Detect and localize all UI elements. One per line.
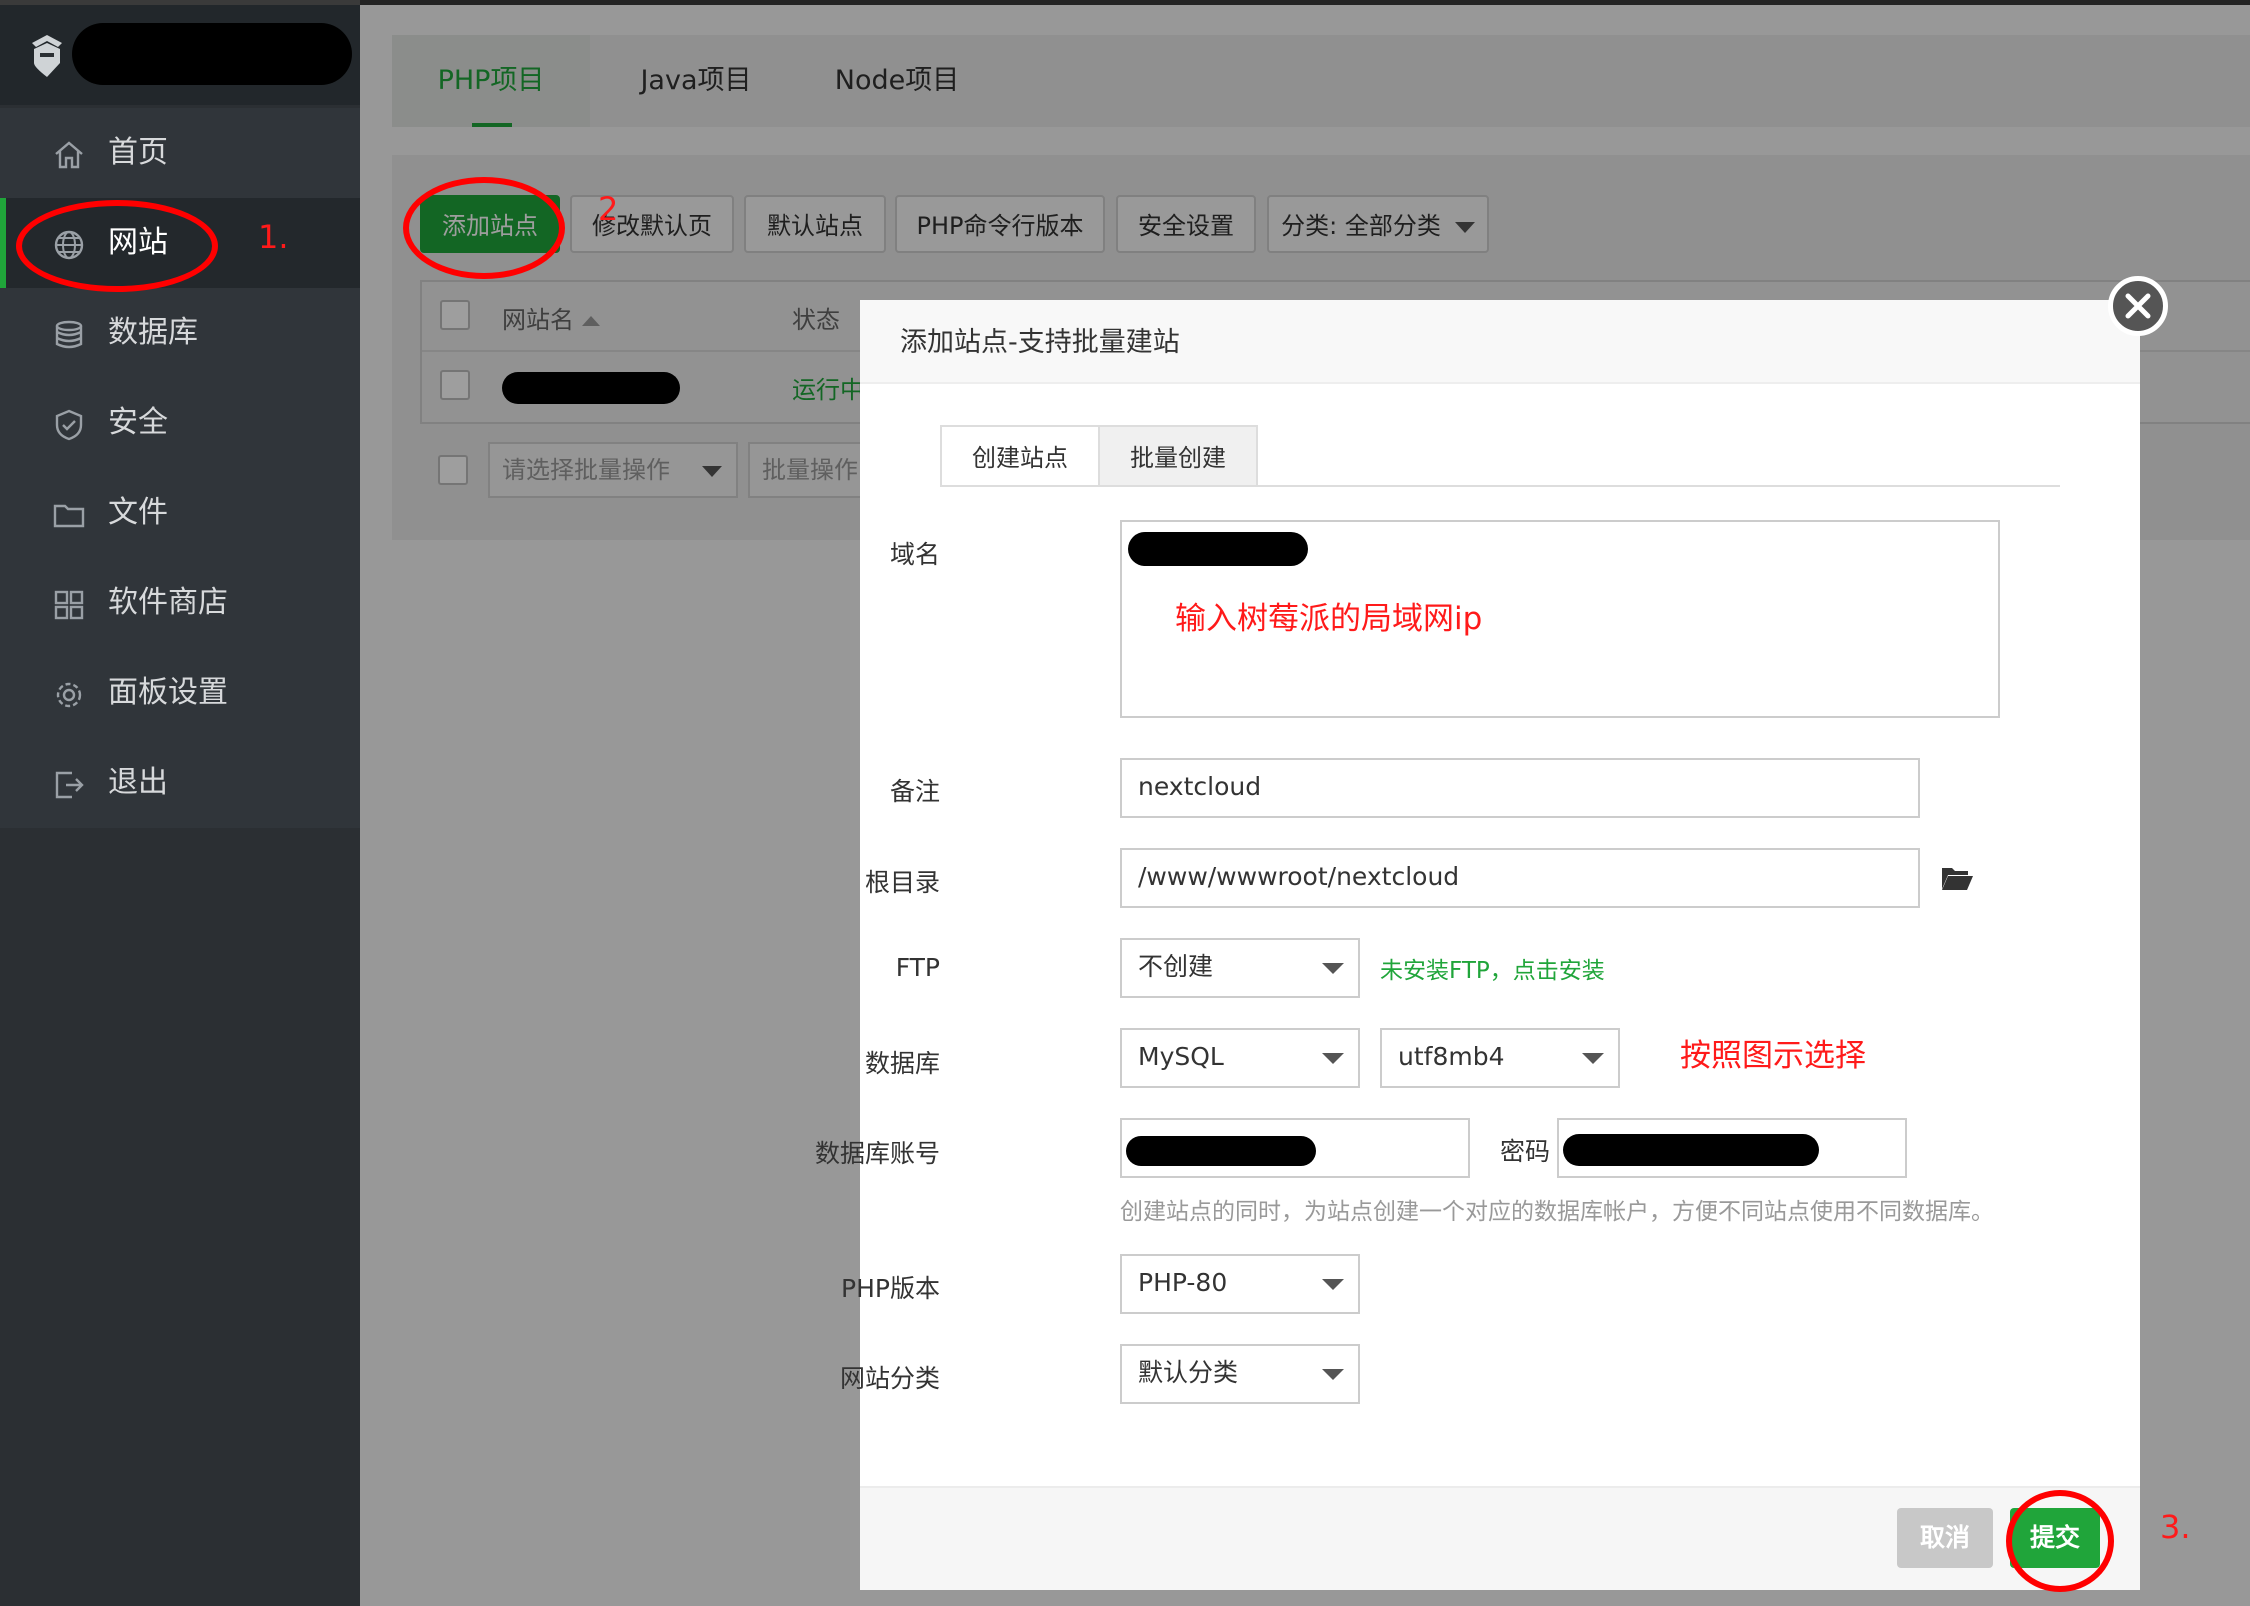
sidebar-item-panel-settings[interactable]: 面板设置 [0, 648, 360, 738]
site-category-select[interactable]: 默认分类 [1120, 1344, 1360, 1404]
chevron-down-icon [1582, 1053, 1604, 1064]
sidebar-item-label: 数据库 [108, 315, 198, 350]
logout-icon [55, 771, 84, 799]
site-category-value: 默认分类 [1138, 1358, 1239, 1387]
tab-batch-create[interactable]: 批量创建 [1098, 425, 1258, 487]
domain-label: 域名 [889, 540, 940, 569]
sidebar-item-label: 首页 [108, 135, 168, 170]
sidebar-item-label: 面板设置 [108, 675, 228, 710]
folder-icon [53, 504, 85, 528]
chevron-down-icon [1322, 1369, 1344, 1380]
ftp-label: FTP [895, 953, 940, 982]
grid-icon [54, 590, 84, 620]
brand [0, 5, 360, 105]
chevron-down-icon [1322, 1053, 1344, 1064]
db-charset-value: utf8mb4 [1398, 1042, 1505, 1071]
database-label: 数据库 [864, 1049, 940, 1078]
sidebar-item-label: 安全 [108, 405, 168, 440]
db-password-redacted [1563, 1134, 1819, 1166]
db-type-value: MySQL [1138, 1042, 1224, 1071]
close-icon[interactable] [2108, 276, 2168, 336]
root-dir-label: 根目录 [864, 868, 940, 897]
annotation-db-note: 按照图示选择 [1680, 1038, 1866, 1074]
annotation-step-3: 3. [2160, 1508, 2191, 1546]
sidebar-item-label: 文件 [108, 495, 168, 530]
brand-name-redacted [72, 23, 352, 85]
home-icon [55, 141, 83, 169]
annotation-domain-note: 输入树莓派的局域网ip [1175, 601, 1483, 637]
annotation-circle-website [16, 200, 218, 292]
ftp-select-value: 不创建 [1138, 952, 1214, 981]
annotation-step-2: 2 [598, 190, 619, 228]
sidebar-item-logout[interactable]: 退出 [0, 738, 360, 828]
sidebar-item-label: 软件商店 [108, 585, 228, 620]
db-account-input[interactable] [1120, 1118, 1470, 1178]
shield-icon [55, 409, 83, 441]
dialog-title: 添加站点-支持批量建站 [900, 327, 1180, 358]
db-password-input[interactable] [1557, 1118, 1907, 1178]
database-icon [55, 320, 83, 349]
tab-create-site[interactable]: 创建站点 [940, 425, 1100, 487]
site-category-label: 网站分类 [839, 1364, 940, 1393]
tab-divider [940, 485, 2060, 487]
annotation-circle-submit [2006, 1490, 2114, 1592]
password-label: 密码 [1500, 1137, 1551, 1166]
db-account-redacted [1126, 1136, 1316, 1166]
cancel-button[interactable]: 取消 [1897, 1508, 1993, 1568]
dialog-footer: 取消 提交 [860, 1486, 2140, 1590]
logo-icon [32, 35, 62, 77]
sidebar-item-security[interactable]: 安全 [0, 378, 360, 468]
annotation-step-1: 1. [258, 218, 289, 256]
db-account-label: 数据库账号 [814, 1139, 940, 1168]
db-charset-select[interactable]: utf8mb4 [1380, 1028, 1620, 1088]
remark-input[interactable]: nextcloud [1120, 758, 1920, 818]
chevron-down-icon [1322, 1279, 1344, 1290]
db-hint-text: 创建站点的同时，为站点创建一个对应的数据库帐户，方便不同站点使用不同数据库。 [1120, 1199, 1994, 1225]
dialog-header: 添加站点-支持批量建站 [860, 300, 2140, 384]
ftp-select[interactable]: 不创建 [1120, 938, 1360, 998]
annotation-circle-add-site [403, 177, 565, 279]
php-version-label: PHP版本 [841, 1274, 940, 1303]
root-dir-input[interactable]: /www/wwwroot/nextcloud [1120, 848, 1920, 908]
gear-icon [56, 682, 82, 708]
folder-open-icon[interactable] [1940, 862, 1974, 892]
php-version-select[interactable]: PHP-80 [1120, 1254, 1360, 1314]
php-version-value: PHP-80 [1138, 1268, 1228, 1297]
sidebar-item-app-store[interactable]: 软件商店 [0, 558, 360, 648]
domain-value-redacted [1128, 532, 1308, 566]
sidebar-item-database[interactable]: 数据库 [0, 288, 360, 378]
add-site-dialog: 添加站点-支持批量建站 创建站点 批量创建 域名 输入树莓派的局域网ip 备注 … [815, 300, 2140, 1590]
chevron-down-icon [1322, 963, 1344, 974]
remark-label: 备注 [889, 777, 940, 806]
sidebar-item-label: 退出 [108, 765, 168, 800]
db-type-select[interactable]: MySQL [1120, 1028, 1360, 1088]
sidebar-item-home[interactable]: 首页 [0, 108, 360, 198]
sidebar-item-files[interactable]: 文件 [0, 468, 360, 558]
install-ftp-link[interactable]: 未安装FTP，点击安装 [1380, 951, 1605, 985]
